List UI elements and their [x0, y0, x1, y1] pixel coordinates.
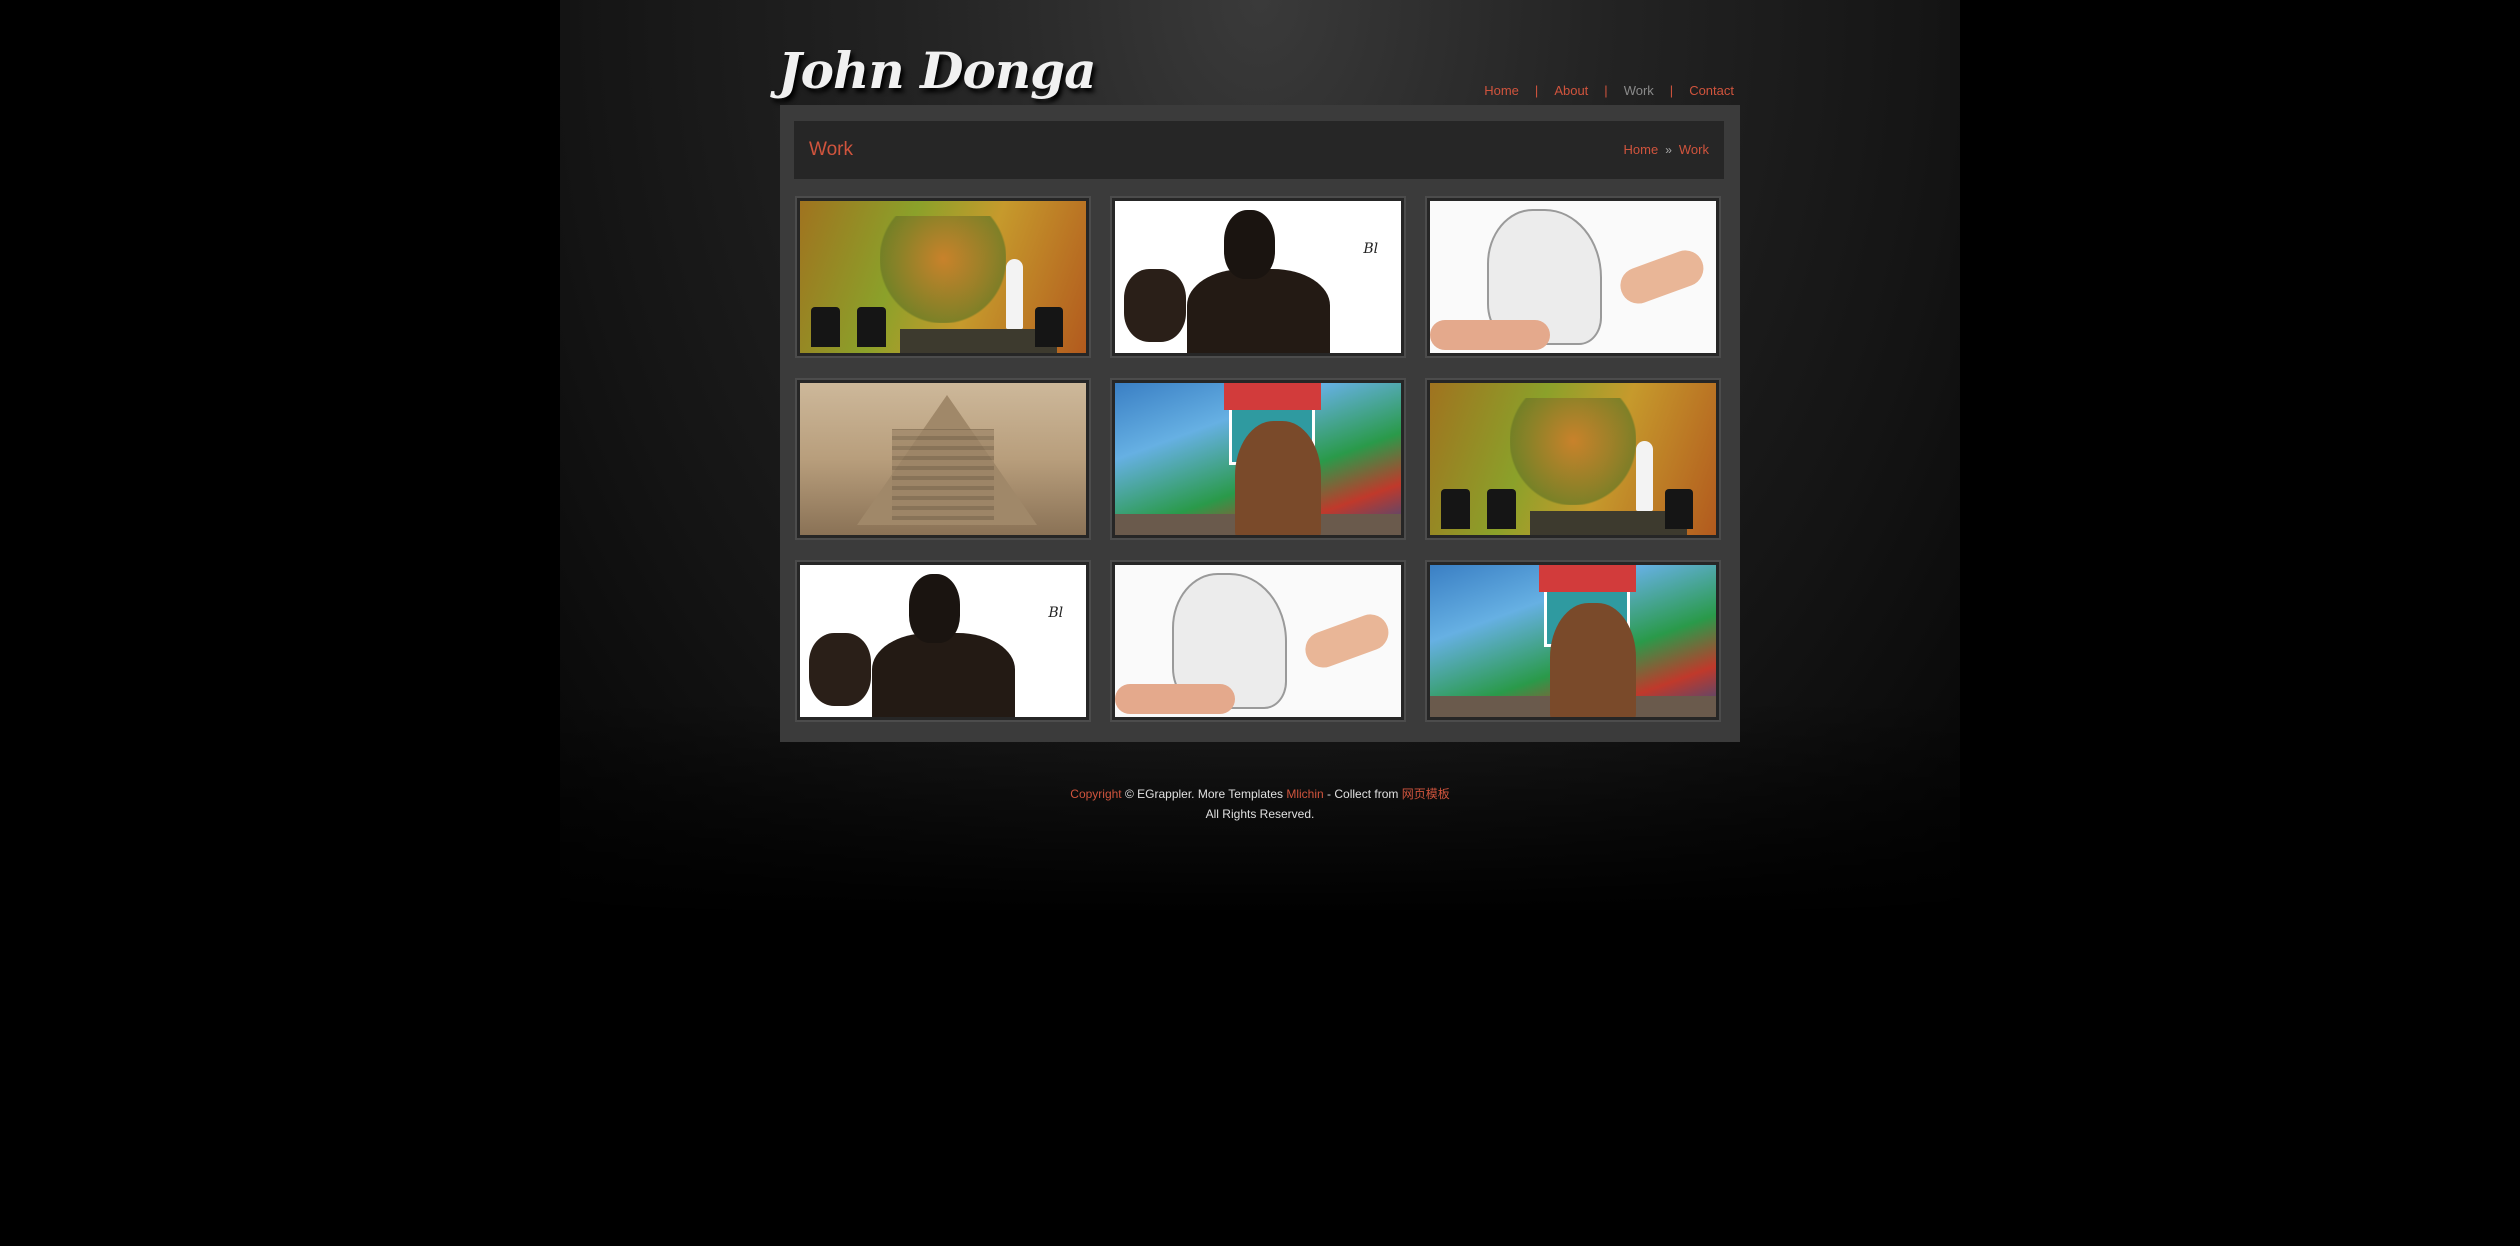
- artwork-image: [800, 383, 1086, 535]
- gallery-thumb-2[interactable]: Bl: [1110, 196, 1406, 358]
- nav-item-about[interactable]: About: [1554, 83, 1588, 98]
- footer-copyright-text: © EGrappler. More Templates: [1121, 787, 1287, 801]
- gallery-thumb-4[interactable]: [795, 378, 1091, 540]
- footer-collect-link[interactable]: 网页模板: [1402, 787, 1450, 801]
- footer-collect-text: - Collect from: [1323, 787, 1402, 801]
- nav-item-contact[interactable]: Contact: [1689, 83, 1734, 98]
- gallery-thumb-9[interactable]: [1425, 560, 1721, 722]
- gallery-thumb-5[interactable]: [1110, 378, 1406, 540]
- artwork-image: [1430, 565, 1716, 717]
- breadcrumb-home-link[interactable]: Home: [1624, 142, 1659, 157]
- content-panel: Work Home » Work Bl Bl: [780, 105, 1740, 742]
- footer-copyright-line: Copyright © EGrappler. More Templates Ml…: [0, 785, 2520, 802]
- artwork-image: [1115, 383, 1401, 535]
- nav-item-home[interactable]: Home: [1484, 83, 1519, 98]
- nav-separator: |: [1669, 82, 1674, 98]
- nav-item-work[interactable]: Work: [1624, 83, 1654, 98]
- site-logo[interactable]: John Donga: [778, 38, 1097, 104]
- page-title: Work: [809, 139, 853, 160]
- footer-rights: All Rights Reserved.: [1205, 807, 1315, 821]
- gallery-thumb-8[interactable]: [1110, 560, 1406, 722]
- nav-separator: |: [1534, 82, 1539, 98]
- gallery-thumb-3[interactable]: [1425, 196, 1721, 358]
- gallery-thumb-7[interactable]: Bl: [795, 560, 1091, 722]
- breadcrumb-current: Work: [1678, 142, 1709, 157]
- artwork-image: Bl: [800, 565, 1086, 717]
- breadcrumb: Home » Work: [1624, 142, 1709, 157]
- artwork-image: [800, 201, 1086, 353]
- page-title-bar: Work Home » Work: [794, 121, 1724, 179]
- nav-separator: |: [1604, 82, 1608, 98]
- footer-templates-link[interactable]: Mlichin: [1286, 787, 1323, 801]
- artwork-image: [1115, 565, 1401, 717]
- breadcrumb-arrow-icon: »: [1665, 142, 1672, 157]
- artwork-image: [1430, 201, 1716, 353]
- artwork-image: Bl: [1115, 201, 1401, 353]
- artwork-image: [1430, 383, 1716, 535]
- footer-copyright-link[interactable]: Copyright: [1070, 787, 1121, 801]
- gallery-thumb-1[interactable]: [795, 196, 1091, 358]
- gallery-thumb-6[interactable]: [1425, 378, 1721, 540]
- main-nav: Home | About | Work | Contact: [1484, 80, 1734, 100]
